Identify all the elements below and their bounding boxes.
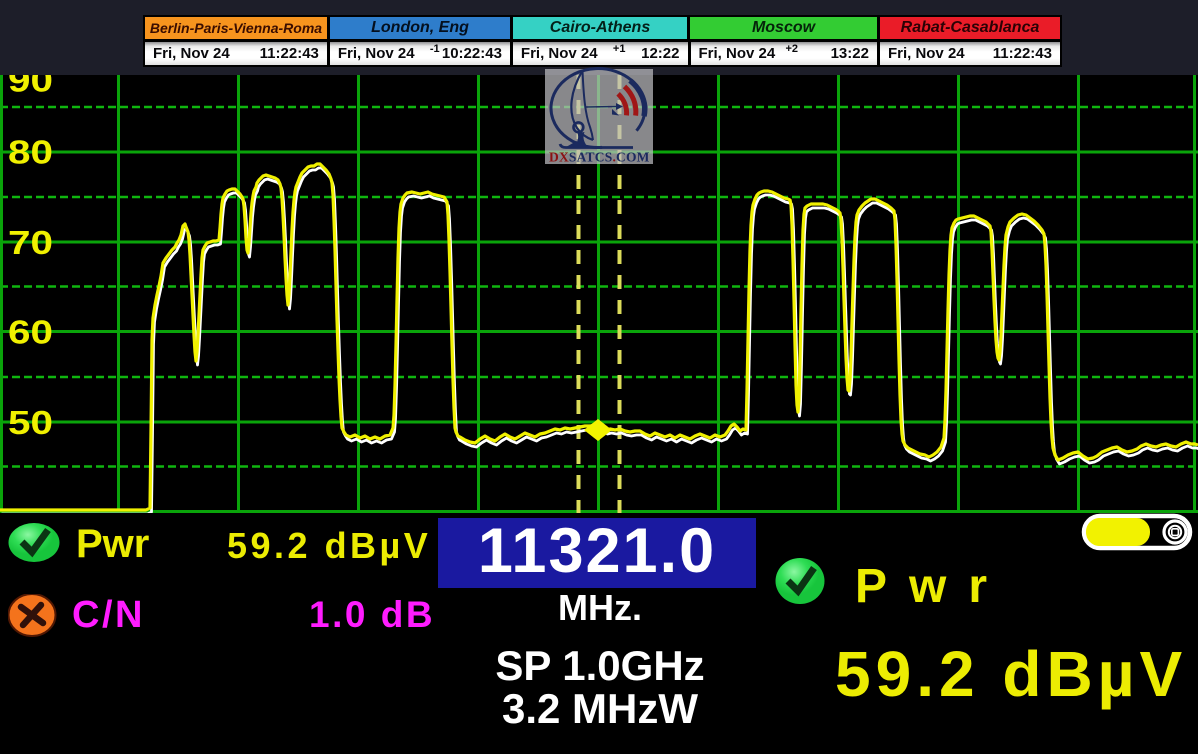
svg-text:90: 90 (8, 75, 53, 99)
svg-text:50: 50 (8, 404, 53, 441)
svg-text:70: 70 (8, 224, 53, 261)
svg-text:80: 80 (8, 134, 53, 171)
svg-text:DXSATCS.COM: DXSATCS.COM (549, 150, 650, 165)
svg-text:60: 60 (8, 314, 53, 351)
